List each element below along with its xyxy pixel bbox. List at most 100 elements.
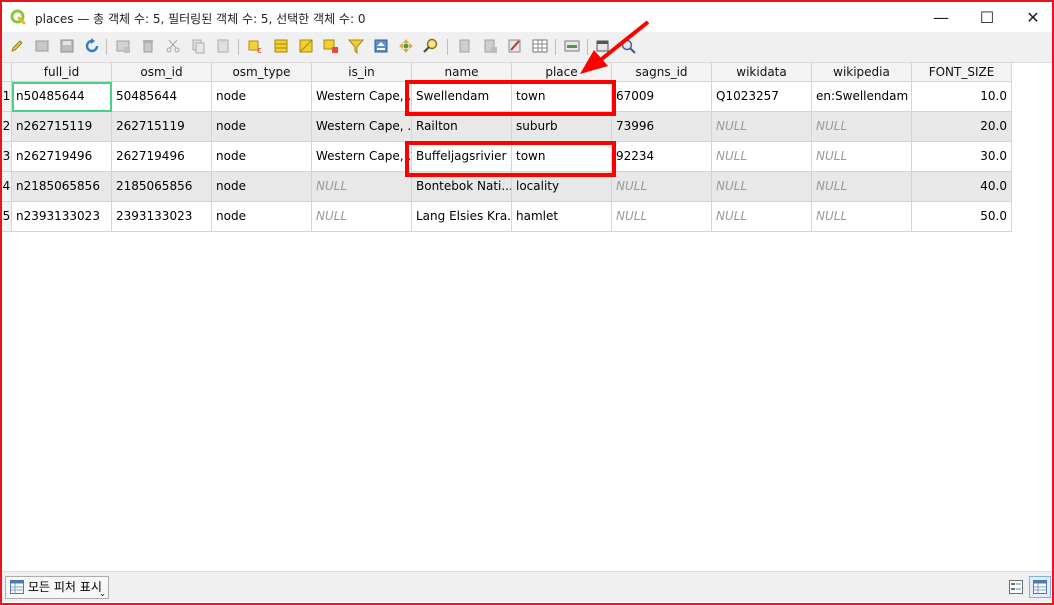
table-cell-osm-type[interactable]: node: [212, 82, 312, 112]
highlight-box-swellendam: [405, 80, 616, 116]
table-cell-wikidata[interactable]: NULL: [712, 202, 812, 232]
table-cell-font-size[interactable]: 40.0: [912, 172, 1012, 202]
table-cell-osm-type[interactable]: node: [212, 202, 312, 232]
table-cell-osm-id[interactable]: 262719496: [112, 142, 212, 172]
table-cell-full-id[interactable]: n50485644: [12, 82, 112, 112]
table-cell-osm-id[interactable]: 262715119: [112, 112, 212, 142]
table-cell-sagns-id[interactable]: NULL: [612, 172, 712, 202]
cut-icon[interactable]: [164, 37, 182, 55]
table-cell-place[interactable]: suburb: [512, 112, 612, 142]
status-bar: 모든 피처 표시 ⌄: [2, 571, 1052, 602]
reload-icon[interactable]: [83, 37, 101, 55]
save-edits-icon[interactable]: [58, 37, 76, 55]
column-header-osm-id[interactable]: osm_id: [112, 63, 212, 82]
minimize-button[interactable]: —: [918, 2, 964, 32]
table-cell-sagns-id[interactable]: NULL: [612, 202, 712, 232]
row-header[interactable]: 1: [2, 82, 12, 112]
table-cell-osm-id[interactable]: 2393133023: [112, 202, 212, 232]
table-cell-sagns-id[interactable]: 67009: [612, 82, 712, 112]
row-header[interactable]: 5: [2, 202, 12, 232]
annotation-arrow: [580, 20, 650, 74]
table-cell-osm-type[interactable]: node: [212, 172, 312, 202]
dropdown-caret-icon: ⌄: [99, 589, 106, 598]
table-cell-wikipedia[interactable]: NULL: [812, 142, 912, 172]
maximize-icon: ☐: [979, 7, 995, 27]
svg-text:ε: ε: [257, 46, 262, 54]
conditional-format-icon[interactable]: [531, 37, 549, 55]
table-cell-osm-id[interactable]: 2185065856: [112, 172, 212, 202]
table-cell-is-in[interactable]: Western Cape, ...: [312, 142, 412, 172]
maximize-button[interactable]: ☐: [964, 2, 1010, 32]
table-cell-is-in[interactable]: NULL: [312, 172, 412, 202]
table-cell-wikidata[interactable]: Q1023257: [712, 82, 812, 112]
delete-feature-icon[interactable]: [139, 37, 157, 55]
table-cell-wikipedia[interactable]: en:Swellendam: [812, 82, 912, 112]
table-cell-wikidata[interactable]: NULL: [712, 112, 812, 142]
column-header-wikipedia[interactable]: wikipedia: [812, 63, 912, 82]
show-all-features-button[interactable]: 모든 피처 표시 ⌄: [5, 576, 109, 599]
deselect-icon[interactable]: [322, 37, 340, 55]
row-header[interactable]: 3: [2, 142, 12, 172]
field-calculator-icon[interactable]: [506, 37, 524, 55]
show-all-features-label: 모든 피처 표시: [28, 580, 102, 594]
table-cell-name[interactable]: Railton: [412, 112, 512, 142]
table-cell-wikidata[interactable]: NULL: [712, 142, 812, 172]
pan-to-selection-icon[interactable]: [397, 37, 415, 55]
table-cell-full-id[interactable]: n262715119: [12, 112, 112, 142]
table-cell-osm-id[interactable]: 50485644: [112, 82, 212, 112]
table-cell-font-size[interactable]: 50.0: [912, 202, 1012, 232]
attribute-toolbar: ε: [2, 32, 1052, 63]
column-header-osm-type[interactable]: osm_type: [212, 63, 312, 82]
column-header-is-in[interactable]: is_in: [312, 63, 412, 82]
new-field-icon[interactable]: [456, 37, 474, 55]
column-header-full-id[interactable]: full_id: [12, 63, 112, 82]
column-header-wikidata[interactable]: wikidata: [712, 63, 812, 82]
column-header-font-size[interactable]: FONT_SIZE: [912, 63, 1012, 82]
row-header[interactable]: 2: [2, 112, 12, 142]
select-all-icon[interactable]: [272, 37, 290, 55]
invert-selection-icon[interactable]: [297, 37, 315, 55]
title-bar: places — 총 객체 수: 5, 필터링된 객체 수: 5, 선택한 객체…: [2, 2, 1052, 32]
table-cell-wikipedia[interactable]: NULL: [812, 172, 912, 202]
table-corner-header[interactable]: [2, 63, 12, 82]
table-cell-full-id[interactable]: n2393133023: [12, 202, 112, 232]
table-cell-name[interactable]: Lang Elsies Kra...: [412, 202, 512, 232]
minimize-icon: —: [933, 7, 949, 27]
copy-icon[interactable]: [189, 37, 207, 55]
table-cell-full-id[interactable]: n262719496: [12, 142, 112, 172]
table-cell-font-size[interactable]: 10.0: [912, 82, 1012, 112]
expression-select-icon[interactable]: ε: [247, 37, 265, 55]
table-cell-full-id[interactable]: n2185065856: [12, 172, 112, 202]
window-title: places — 총 객체 수: 5, 필터링된 객체 수: 5, 선택한 객체…: [35, 12, 366, 26]
table-cell-wikipedia[interactable]: NULL: [812, 112, 912, 142]
table-cell-place[interactable]: hamlet: [512, 202, 612, 232]
delete-field-icon[interactable]: [481, 37, 499, 55]
filter-icon[interactable]: [347, 37, 365, 55]
table-cell-wikidata[interactable]: NULL: [712, 172, 812, 202]
paste-icon[interactable]: [214, 37, 232, 55]
table-cell-is-in[interactable]: NULL: [312, 202, 412, 232]
table-cell-sagns-id[interactable]: 73996: [612, 112, 712, 142]
qgis-logo-icon: [10, 9, 26, 25]
multi-edit-icon[interactable]: [33, 37, 51, 55]
move-selection-top-icon[interactable]: [372, 37, 390, 55]
zoom-to-selection-icon[interactable]: [422, 37, 440, 55]
form-view-button[interactable]: [1005, 576, 1027, 598]
row-header[interactable]: 4: [2, 172, 12, 202]
close-icon: ✕: [1026, 7, 1040, 27]
table-cell-wikipedia[interactable]: NULL: [812, 202, 912, 232]
close-button[interactable]: ✕: [1010, 2, 1054, 32]
table-view-button[interactable]: [1029, 576, 1051, 598]
table-cell-sagns-id[interactable]: 92234: [612, 142, 712, 172]
table-cell-is-in[interactable]: Western Cape, ...: [312, 112, 412, 142]
add-feature-icon[interactable]: [114, 37, 132, 55]
table-cell-font-size[interactable]: 30.0: [912, 142, 1012, 172]
toggle-editing-icon[interactable]: [8, 37, 26, 55]
table-cell-osm-type[interactable]: node: [212, 112, 312, 142]
table-cell-is-in[interactable]: Western Cape, ...: [312, 82, 412, 112]
table-cell-osm-type[interactable]: node: [212, 142, 312, 172]
highlight-box-buffeljagsrivier: [405, 141, 616, 177]
table-cell-font-size[interactable]: 20.0: [912, 112, 1012, 142]
table-view-icon: [1033, 580, 1047, 594]
table-icon: [10, 580, 24, 594]
